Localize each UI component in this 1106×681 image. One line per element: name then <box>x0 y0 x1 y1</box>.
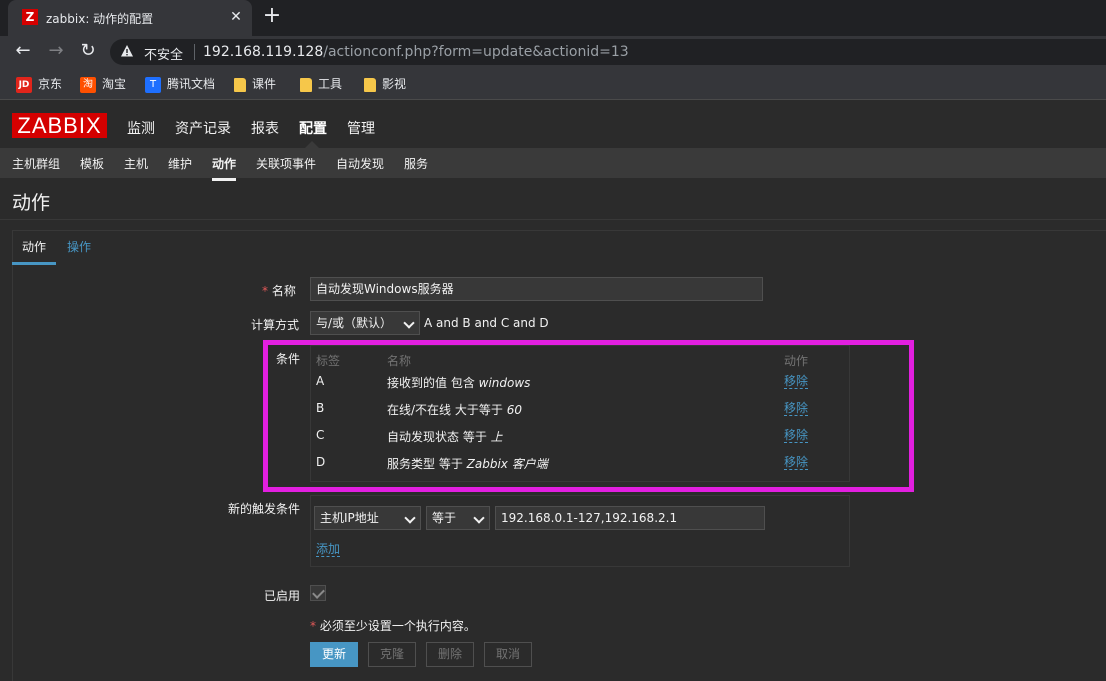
browser-tab[interactable]: Z zabbix: 动作的配置 ✕ <box>8 0 252 36</box>
add-condition-link[interactable]: 添加 <box>316 542 341 557</box>
chevron-down-icon <box>404 512 416 524</box>
calc-expression: A and B and C and D <box>424 316 549 330</box>
name-label-text: 名称 <box>271 284 296 298</box>
divider <box>0 219 1106 220</box>
submenu-maintenance[interactable]: 维护 <box>168 155 192 172</box>
new-condition-label: 新的触发条件 <box>228 502 301 516</box>
submenu-discovery[interactable]: 自动发现 <box>336 155 384 172</box>
delete-button[interactable]: 删除 <box>426 642 474 667</box>
condition-operator-value: 等于 <box>432 511 457 525</box>
jd-icon: JD <box>16 76 32 93</box>
calc-select[interactable]: 与/或（默认） <box>310 311 420 335</box>
menu-administration[interactable]: 管理 <box>347 118 375 138</box>
enabled-checkbox[interactable] <box>310 585 326 601</box>
url-path: /actionconf.php?form=update&actionid=13 <box>323 44 629 60</box>
name-input[interactable]: 自动发现Windows服务器 <box>310 277 763 301</box>
address-bar[interactable]: 不安全 192.168.119.128/actionconf.php?form=… <box>110 39 1106 65</box>
folder-icon <box>234 77 246 92</box>
required-note-text: 必须至少设置一个执行内容。 <box>319 619 476 633</box>
bookmark-label: 影视 <box>382 77 407 91</box>
form-tabs: 动作 操作 <box>12 230 1106 265</box>
condition-operator-select[interactable]: 等于 <box>426 506 490 530</box>
required-marker: * <box>310 619 320 633</box>
menu-monitoring[interactable]: 监测 <box>127 118 155 138</box>
bookmark-folder-video[interactable]: 影视 <box>364 75 406 93</box>
bookmark-label: 腾讯文档 <box>167 77 216 91</box>
browser-toolbar: ← → ↻ 不安全 192.168.119.128/actionconf.php… <box>0 36 1106 68</box>
bookmark-label: 淘宝 <box>102 77 127 91</box>
insecure-label: 不安全 <box>144 48 184 63</box>
name-label: * 名称 <box>262 282 296 299</box>
close-icon[interactable]: ✕ <box>228 9 244 25</box>
bookmark-label: 工具 <box>318 77 343 91</box>
required-note: * 必须至少设置一个执行内容。 <box>310 617 476 634</box>
menu-reports[interactable]: 报表 <box>251 118 279 138</box>
tab-title: zabbix: 动作的配置 <box>46 12 154 26</box>
taobao-icon: 淘 <box>80 76 96 93</box>
bookmark-label: 课件 <box>252 77 277 91</box>
url-separator <box>194 44 195 60</box>
folder-icon <box>364 77 376 92</box>
bookmark-jd[interactable]: JD 京东 <box>16 75 62 93</box>
tab-action[interactable]: 动作 <box>12 238 57 265</box>
new-tab-icon[interactable]: + <box>262 5 282 28</box>
warning-icon <box>121 45 133 57</box>
bookmark-folder-tools[interactable]: 工具 <box>300 75 342 93</box>
tencent-docs-icon: T <box>145 76 161 93</box>
bookmark-tencent-docs[interactable]: T 腾讯文档 <box>145 75 215 93</box>
clone-button[interactable]: 克隆 <box>368 642 416 667</box>
url-text: 192.168.119.128/actionconf.php?form=upda… <box>203 44 629 60</box>
sub-navigation: 主机群组 模板 主机 维护 动作 关联项事件 自动发现 服务 <box>0 148 1106 181</box>
bookmark-taobao[interactable]: 淘淘宝 <box>80 75 126 93</box>
update-button[interactable]: 更新 <box>310 642 358 667</box>
menu-configuration[interactable]: 配置 <box>299 118 327 138</box>
folder-icon <box>300 77 312 92</box>
zabbix-logo[interactable]: ZABBIX <box>12 113 107 138</box>
enabled-label: 已启用 <box>264 589 301 603</box>
zabbix-header: ZABBIX 监测 资产记录 报表 配置 管理 <box>0 101 1106 148</box>
condition-type-value: 主机IP地址 <box>320 511 379 525</box>
chevron-down-icon <box>473 512 485 524</box>
back-icon[interactable]: ← <box>12 40 34 62</box>
url-host: 192.168.119.128 <box>203 44 324 60</box>
submenu-host-groups[interactable]: 主机群组 <box>12 155 60 172</box>
forward-icon[interactable]: → <box>45 40 67 62</box>
calc-label: 计算方式 <box>251 318 300 332</box>
highlight-annotation <box>263 340 914 492</box>
submenu-actions[interactable]: 动作 <box>212 155 237 181</box>
condition-value-input[interactable]: 192.168.0.1-127,192.168.2.1 <box>495 506 765 530</box>
required-marker: * <box>262 284 272 298</box>
condition-type-select[interactable]: 主机IP地址 <box>314 506 421 530</box>
cancel-button[interactable]: 取消 <box>484 642 532 667</box>
submenu-hosts[interactable]: 主机 <box>124 155 148 172</box>
calc-select-value: 与/或（默认） <box>316 316 393 330</box>
browser-tabstrip: Z zabbix: 动作的配置 ✕ + <box>0 0 1106 36</box>
reload-icon[interactable]: ↻ <box>77 40 99 62</box>
submenu-correlations[interactable]: 关联项事件 <box>256 155 316 172</box>
tab-operations[interactable]: 操作 <box>67 238 91 255</box>
active-menu-caret <box>305 141 319 148</box>
chevron-down-icon <box>403 317 415 329</box>
submenu-services[interactable]: 服务 <box>404 155 428 172</box>
page-title: 动作 <box>12 192 51 214</box>
bookmark-label: 京东 <box>38 77 63 91</box>
bookmarks-bar: JD 京东 淘淘宝 T 腾讯文档 课件 工具 影视 <box>0 68 1106 100</box>
bookmark-folder-courseware[interactable]: 课件 <box>234 75 276 93</box>
submenu-templates[interactable]: 模板 <box>80 155 104 172</box>
zabbix-favicon-icon: Z <box>22 9 38 25</box>
menu-inventory[interactable]: 资产记录 <box>175 118 231 138</box>
